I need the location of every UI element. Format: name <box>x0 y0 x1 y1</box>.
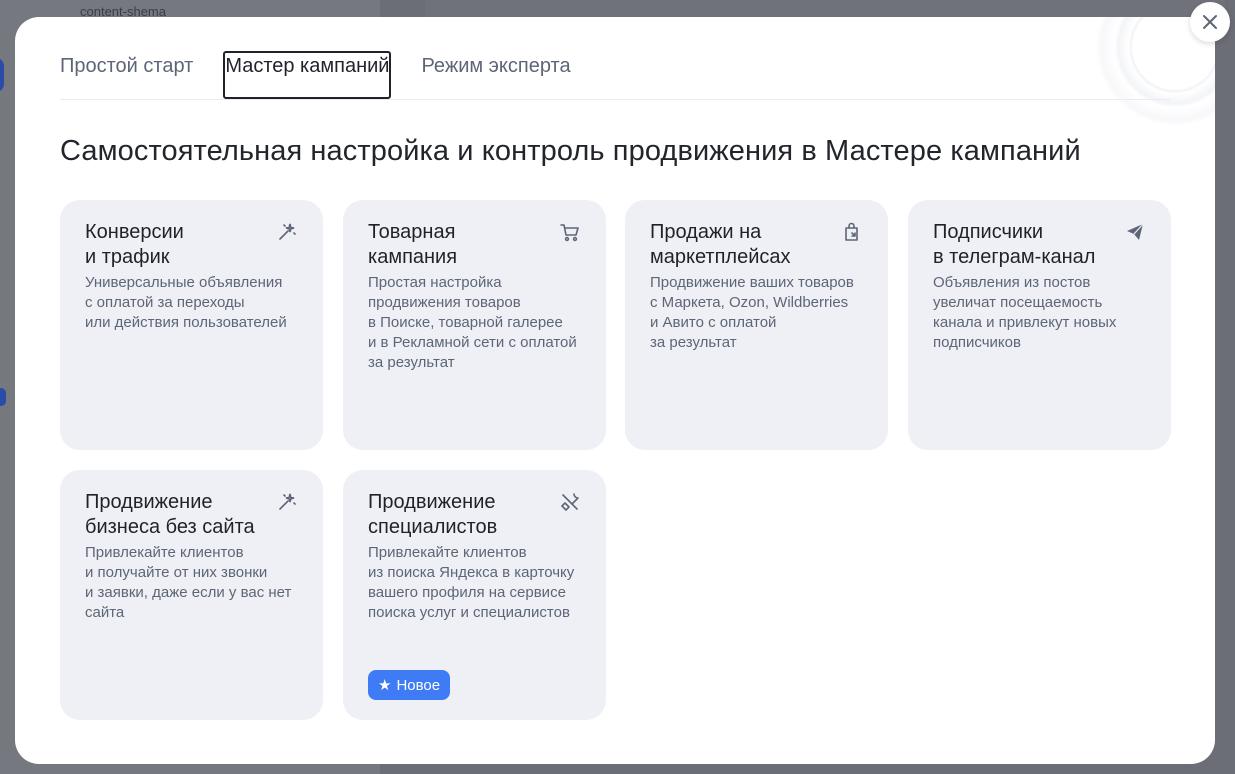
shopping-cart-icon <box>560 224 579 242</box>
page-title: Самостоятельная настройка и контроль про… <box>60 135 1081 167</box>
card-title: Продажи на маркетплейсах <box>650 221 791 268</box>
background-accent <box>0 58 4 92</box>
tab-campaign-master[interactable]: Мастер кампаний <box>223 51 392 99</box>
card-description: Привлекайте клиентов из поиска Яндекса в… <box>368 544 575 621</box>
card-description: Универсальные объявления с оплатой за пе… <box>85 274 287 331</box>
card-product-campaign[interactable]: Товарная кампания Простая настройка прод… <box>343 200 606 450</box>
card-specialists-promotion[interactable]: Продвижение специалистов Привлекайте кли… <box>343 470 606 720</box>
card-title: Подписчики в телеграм-канал <box>933 221 1096 268</box>
magic-wand-icon <box>279 223 296 240</box>
star-icon: ★ <box>378 677 392 694</box>
new-badge: ★ Новое <box>368 670 451 700</box>
card-title: Продвижение специалистов <box>368 491 498 538</box>
campaign-type-modal: Простой старт Мастер кампаний Режим эксп… <box>15 17 1215 764</box>
card-title: Продвижение бизнеса без сайта <box>85 491 255 538</box>
card-title: Товарная кампания <box>368 221 458 268</box>
card-description: Простая настройка продвижения товаров в … <box>368 274 577 371</box>
tab-bar: Простой старт Мастер кампаний Режим эксп… <box>60 51 1170 100</box>
card-description: Привлекайте клиентов и получайте от них … <box>85 544 292 621</box>
badge-label: Новое <box>396 676 441 694</box>
close-icon <box>1203 15 1217 29</box>
telegram-plane-icon <box>1127 223 1144 240</box>
card-title: Конверсии и трафик <box>85 221 184 268</box>
magic-wand-icon <box>279 493 296 510</box>
card-conversions-traffic[interactable]: Конверсии и трафик Универсальные объявле… <box>60 200 323 450</box>
card-description: Объявления из постов увеличат посещаемос… <box>933 274 1117 351</box>
close-button[interactable] <box>1190 2 1230 42</box>
tools-icon <box>561 493 579 511</box>
background-accent <box>0 388 6 406</box>
card-business-without-site[interactable]: Продвижение бизнеса без сайта Привлекайт… <box>60 470 323 720</box>
tab-expert-mode[interactable]: Режим эксперта <box>421 51 570 99</box>
tab-simple-start[interactable]: Простой старт <box>60 51 193 99</box>
card-description: Продвижение ваших товаров с Маркета, Ozo… <box>650 274 854 351</box>
card-telegram-subscribers[interactable]: Подписчики в телеграм-канал Объявления и… <box>908 200 1171 450</box>
card-marketplace-sales[interactable]: Продажи на маркетплейсах Продвижение ваш… <box>625 200 888 450</box>
shopping-bag-icon <box>845 222 858 241</box>
